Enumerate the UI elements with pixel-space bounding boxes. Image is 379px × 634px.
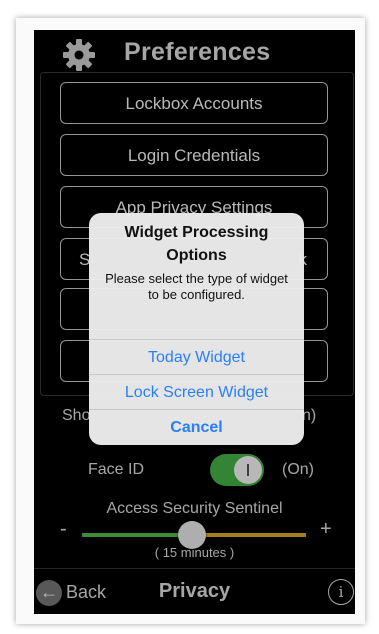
alert-message: Please select the type of widget to be c… bbox=[105, 271, 288, 302]
today-widget-button[interactable]: Today Widget bbox=[89, 339, 304, 375]
cancel-button[interactable]: Cancel bbox=[89, 409, 304, 445]
lock-screen-widget-button[interactable]: Lock Screen Widget bbox=[89, 374, 304, 410]
widget-options-alert: Widget Processing Options Please select … bbox=[89, 213, 304, 445]
alert-title: Widget Processing Options bbox=[124, 224, 269, 264]
app-screen: Preferences Lockbox Accounts Login Crede… bbox=[34, 30, 355, 614]
